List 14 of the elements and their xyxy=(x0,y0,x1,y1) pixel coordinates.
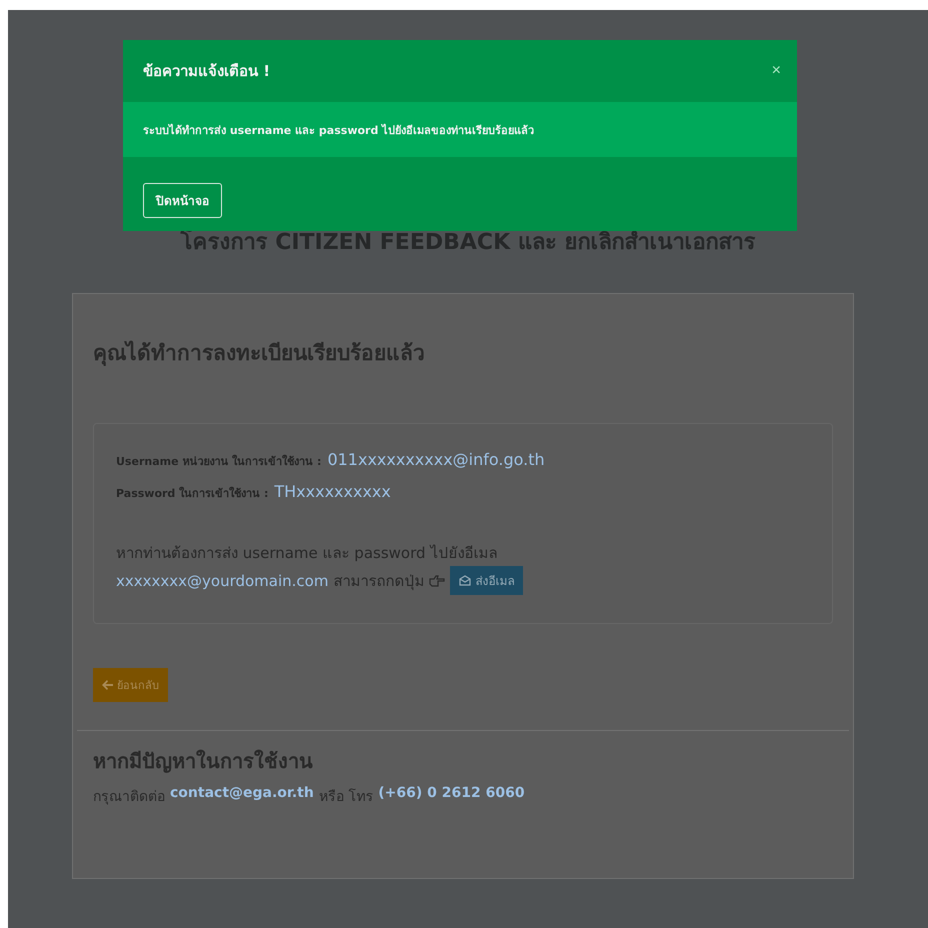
credential-value: 011xxxxxxxxxx@info.go.th xyxy=(327,450,545,469)
modal-title: ข้อความแจ้งเตือน ! xyxy=(143,61,270,82)
send-email-button[interactable]: ส่งอีเมล xyxy=(450,566,524,595)
envelope-icon xyxy=(459,575,472,586)
contact-email-link[interactable]: contact@ega.or.th xyxy=(170,785,314,807)
close-button[interactable]: × xyxy=(772,62,781,80)
back-button[interactable]: ย้อนกลับ xyxy=(93,668,168,702)
modal-message: ระบบได้ทำการส่ง username และ password ไปยังอีเมลของท่านเรียบร้อยแล้ว xyxy=(123,102,797,157)
pointing-hand-icon xyxy=(429,574,446,586)
phone-number: (+66) 0 2612 6060 xyxy=(378,785,525,803)
arrow-left-icon xyxy=(102,680,113,690)
email-link[interactable]: xxxxxxxx@yourdomain.com xyxy=(116,568,328,594)
dismiss-button[interactable]: ปิดหน้าจอ xyxy=(143,182,222,218)
credential-value: THxxxxxxxxxx xyxy=(274,482,391,501)
